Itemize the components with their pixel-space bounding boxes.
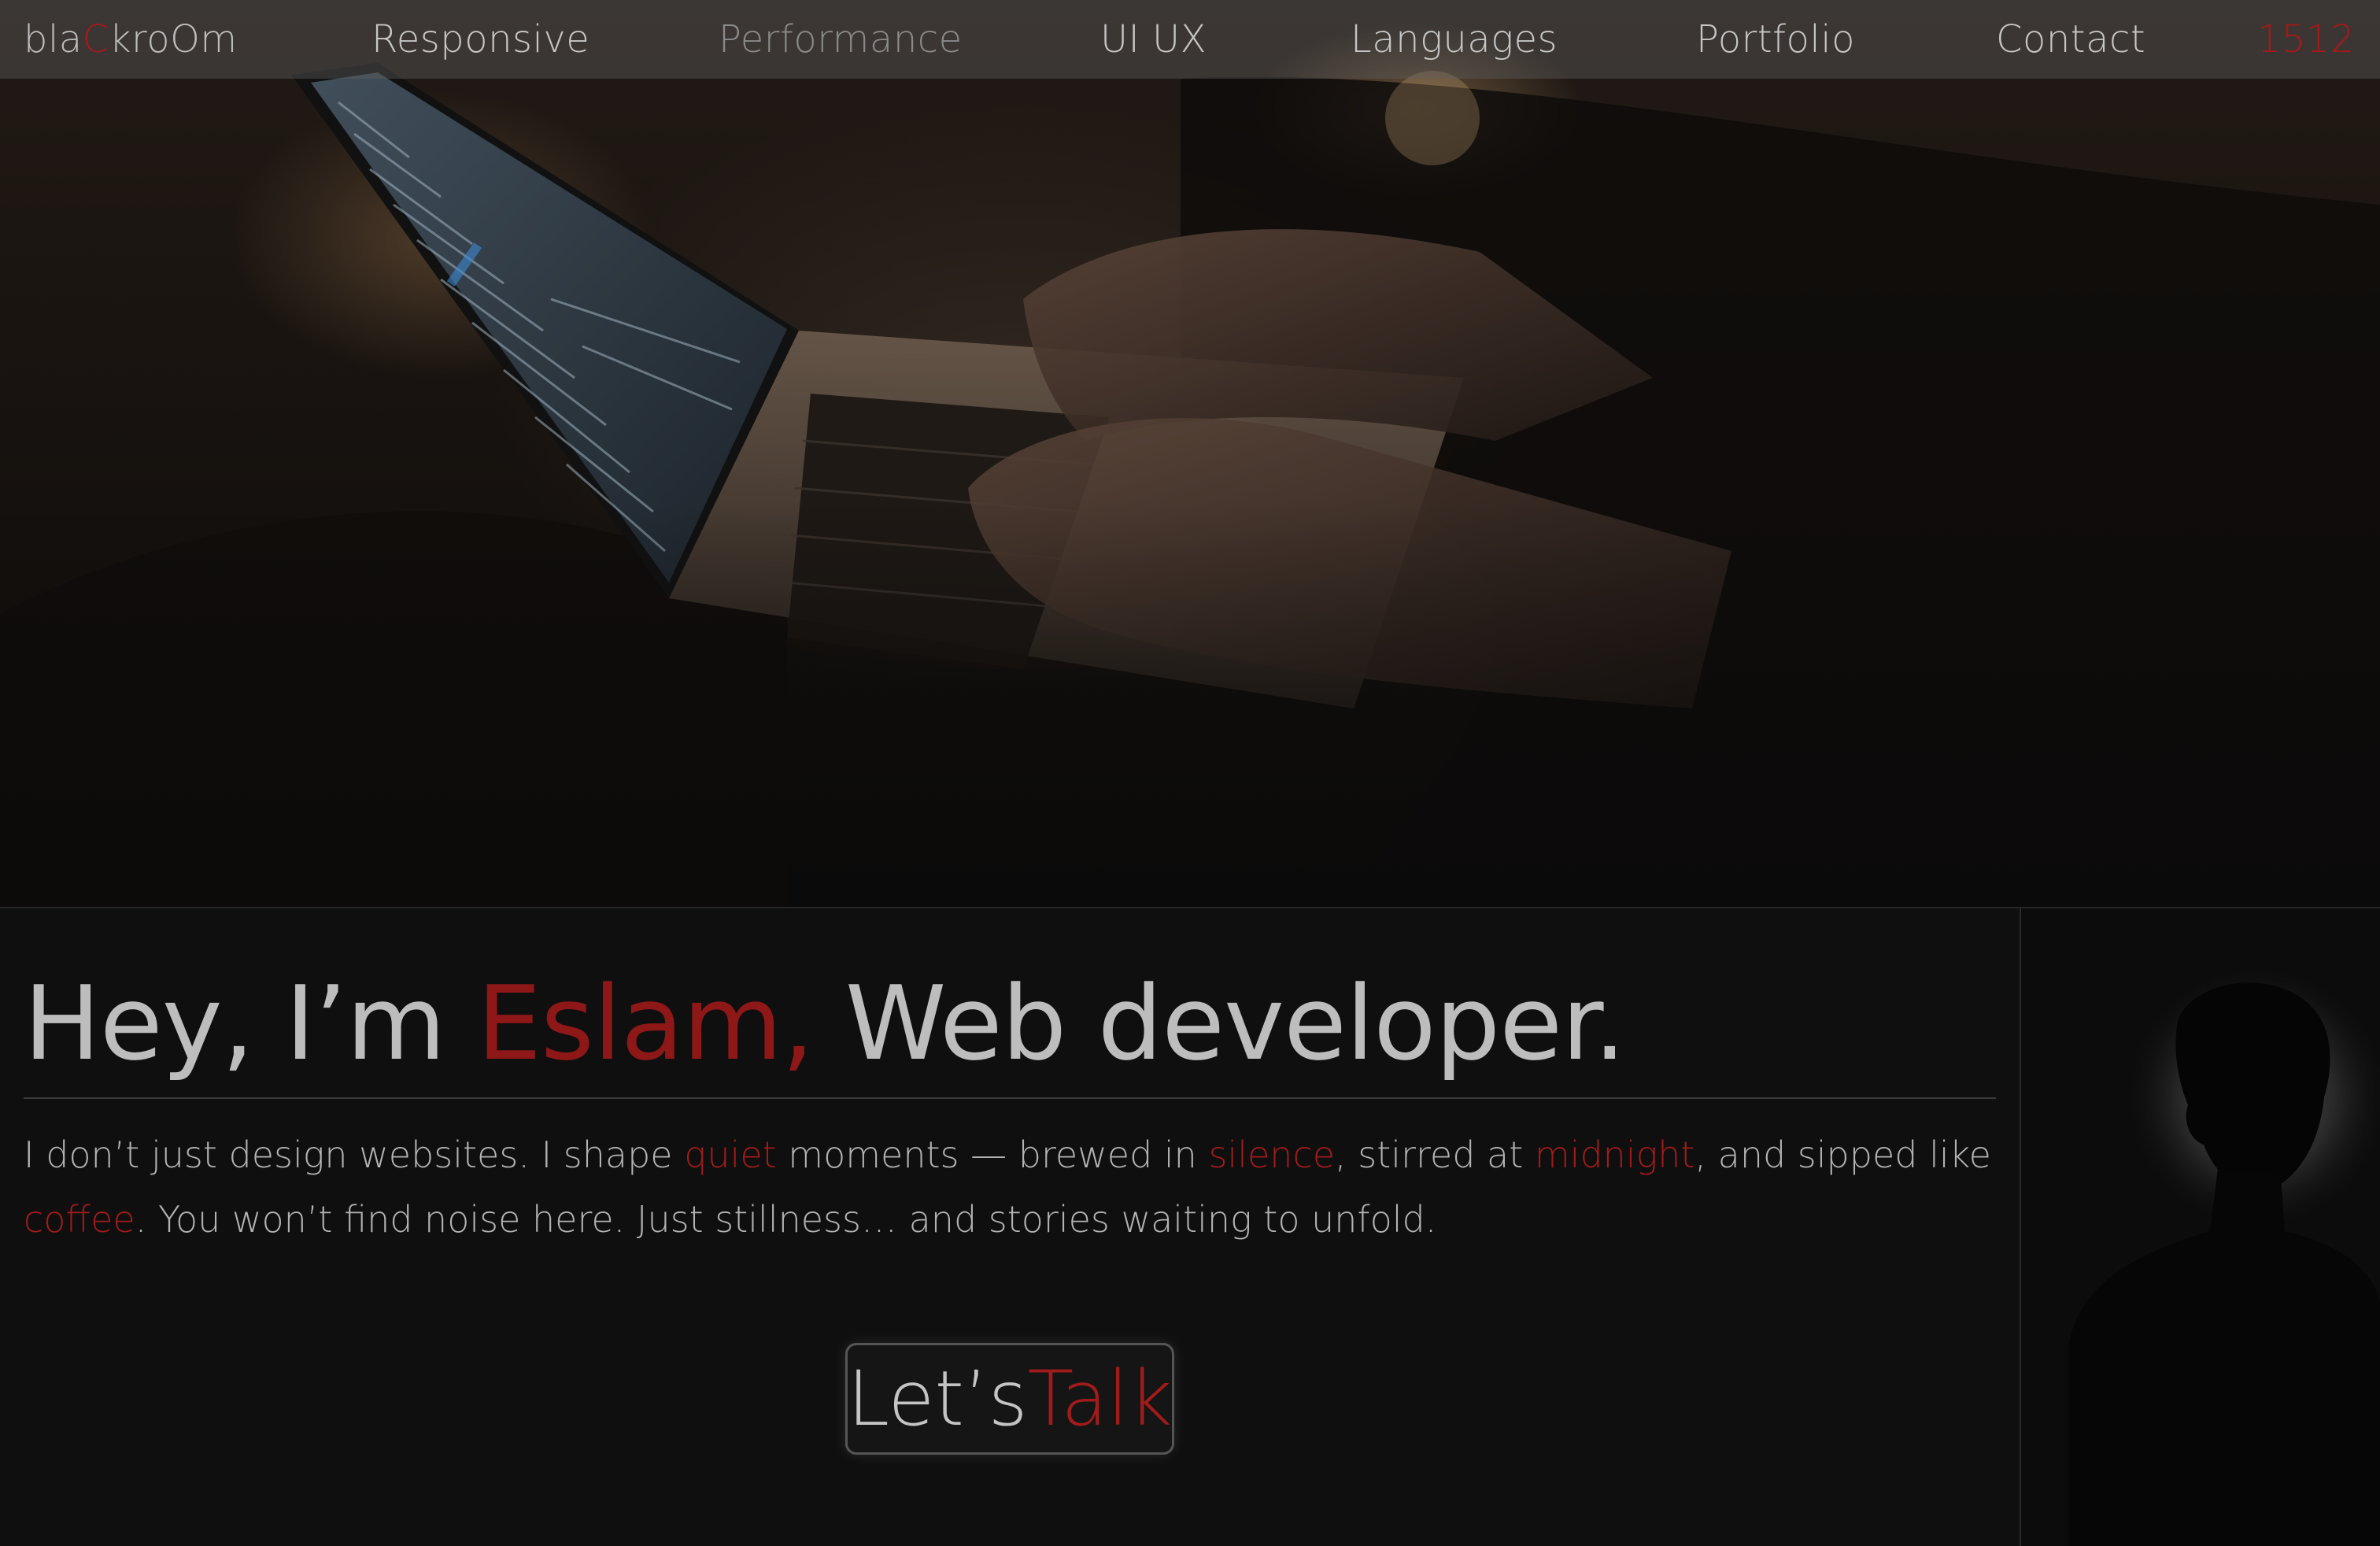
page-title: Hey, I’m Eslam, Web developer. (24, 952, 1626, 1094)
page: bla CkroOm Responsive Performance UI UX L… (0, 0, 2380, 1546)
hero-shade (0, 0, 2380, 907)
intro-text: . You won’t find noise here. Just stilln… (135, 1198, 1437, 1241)
cta-label-accent: Talk (1027, 1355, 1173, 1443)
site-logo[interactable]: bla CkroOm (24, 0, 238, 79)
intro-section: Hey, I’m Eslam, Web developer. I don’t j… (0, 908, 2020, 1546)
intro-text: , and sipped like (1694, 1134, 1991, 1176)
logo-text-end: kroOm (109, 17, 238, 61)
hero-background-video (0, 0, 2380, 907)
nav-link-languages[interactable]: Languages (1351, 0, 1558, 79)
title-underline (24, 1097, 1996, 1099)
intro-paragraph: I don’t just design websites. I shape qu… (24, 1123, 2007, 1252)
title-greeting: Hey, I’m (24, 963, 477, 1083)
nav-link-contact[interactable]: Contact (1996, 0, 2145, 79)
nav-link-portfolio[interactable]: Portfolio (1696, 0, 1855, 79)
nav-link-performance[interactable]: Performance (719, 0, 963, 79)
top-navigation-bar: bla CkroOm Responsive Performance UI UX L… (0, 0, 2380, 79)
lets-talk-button[interactable]: Let’s Talk (845, 1343, 1174, 1455)
intro-highlight-silence: silence (1208, 1134, 1336, 1176)
intro-text: , stirred at (1335, 1134, 1535, 1176)
logo-text-start: bla (24, 17, 83, 61)
nav-link-responsive[interactable]: Responsive (371, 0, 589, 79)
profile-silhouette (2020, 908, 2380, 1546)
intro-highlight-midnight: midnight (1534, 1134, 1695, 1176)
intro-text: moments — brewed in (776, 1134, 1209, 1176)
intro-highlight-quiet: quiet (684, 1134, 777, 1176)
intro-highlight-coffee: coffee (24, 1198, 135, 1241)
visitor-counter: 1512 (2256, 17, 2355, 61)
title-role: Web developer. (813, 963, 1626, 1083)
cta-label-start: Let’s (847, 1355, 1028, 1443)
person-silhouette-icon (2021, 908, 2380, 1546)
title-name: Eslam, (476, 963, 815, 1083)
logo-text-accent: C (82, 17, 109, 61)
nav-link-ui-ux[interactable]: UI UX (1100, 0, 1207, 79)
intro-text: I don’t just design websites. I shape (24, 1134, 685, 1176)
